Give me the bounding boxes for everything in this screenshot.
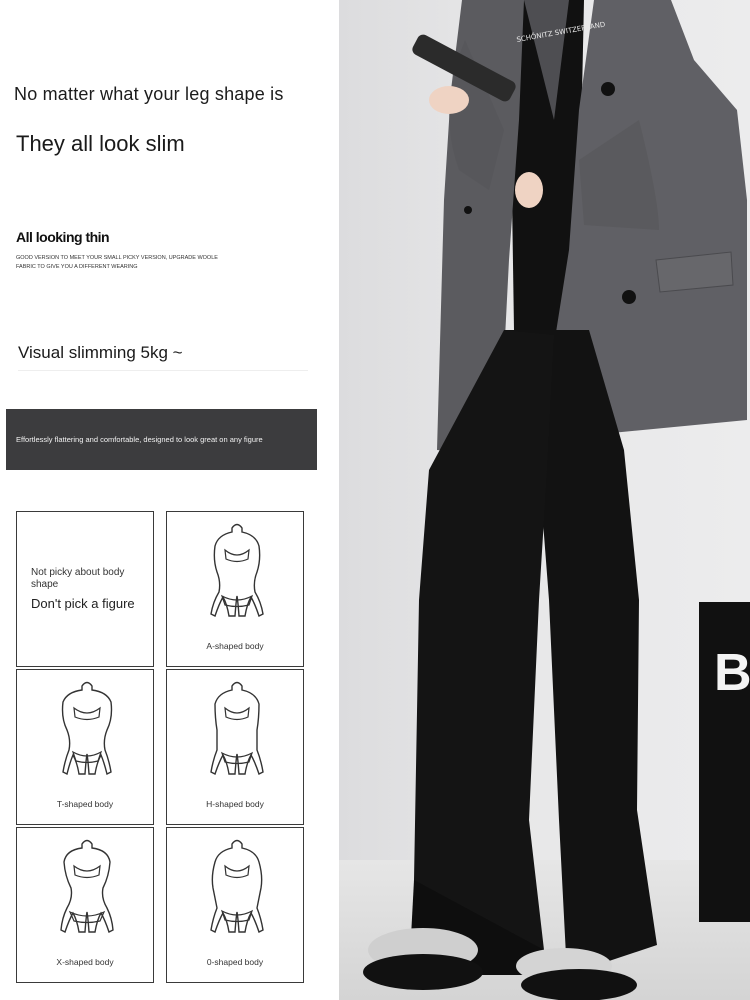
body-cell-t: T-shaped body bbox=[16, 669, 154, 825]
body-outline-icon bbox=[210, 839, 264, 933]
intro-big-text: Don't pick a figure bbox=[31, 596, 135, 611]
intro-cell: Not picky about body shape Don't pick a … bbox=[16, 511, 154, 667]
body-outline-icon bbox=[210, 681, 264, 775]
body-cell-o: 0-shaped body bbox=[166, 827, 304, 983]
body-outline-icon bbox=[60, 839, 114, 933]
headline: No matter what your leg shape is bbox=[14, 84, 284, 104]
body-label: T-shaped body bbox=[56, 799, 114, 809]
body-label: 0-shaped body bbox=[206, 957, 264, 967]
divider bbox=[18, 370, 308, 371]
body-shape-grid: Not picky about body shape Don't pick a … bbox=[16, 511, 308, 987]
product-photo: SCHÖNITZ SWITZERLAND bbox=[339, 0, 750, 1000]
body-label: X-shaped body bbox=[56, 957, 114, 967]
bag-letter: B bbox=[714, 644, 750, 702]
body-outline-icon bbox=[210, 523, 264, 617]
body-cell-h: H-shaped body bbox=[166, 669, 304, 825]
banner-text: Effortlessly flattering and comfortable,… bbox=[16, 435, 263, 444]
body-cell-a: A-shaped body bbox=[166, 511, 304, 667]
body-outline-icon bbox=[61, 681, 113, 776]
subhead: They all look slim bbox=[16, 131, 185, 156]
small-title: All looking thin bbox=[16, 229, 110, 245]
body-label: A-shaped body bbox=[206, 641, 264, 651]
body-cell-x: X-shaped body bbox=[16, 827, 154, 983]
slimming-text: Visual slimming 5kg ~ bbox=[18, 343, 183, 362]
small-caption: GOOD VERSION TO MEET YOUR SMALL PICKY VE… bbox=[16, 255, 218, 270]
model-illustration: SCHÖNITZ SWITZERLAND bbox=[363, 0, 750, 1000]
left-info-panel: No matter what your leg shape is They al… bbox=[0, 0, 338, 1000]
intro-small-text: Not picky about body shape bbox=[31, 567, 125, 590]
body-label: H-shaped body bbox=[206, 799, 264, 809]
banner: Effortlessly flattering and comfortable,… bbox=[6, 409, 317, 470]
